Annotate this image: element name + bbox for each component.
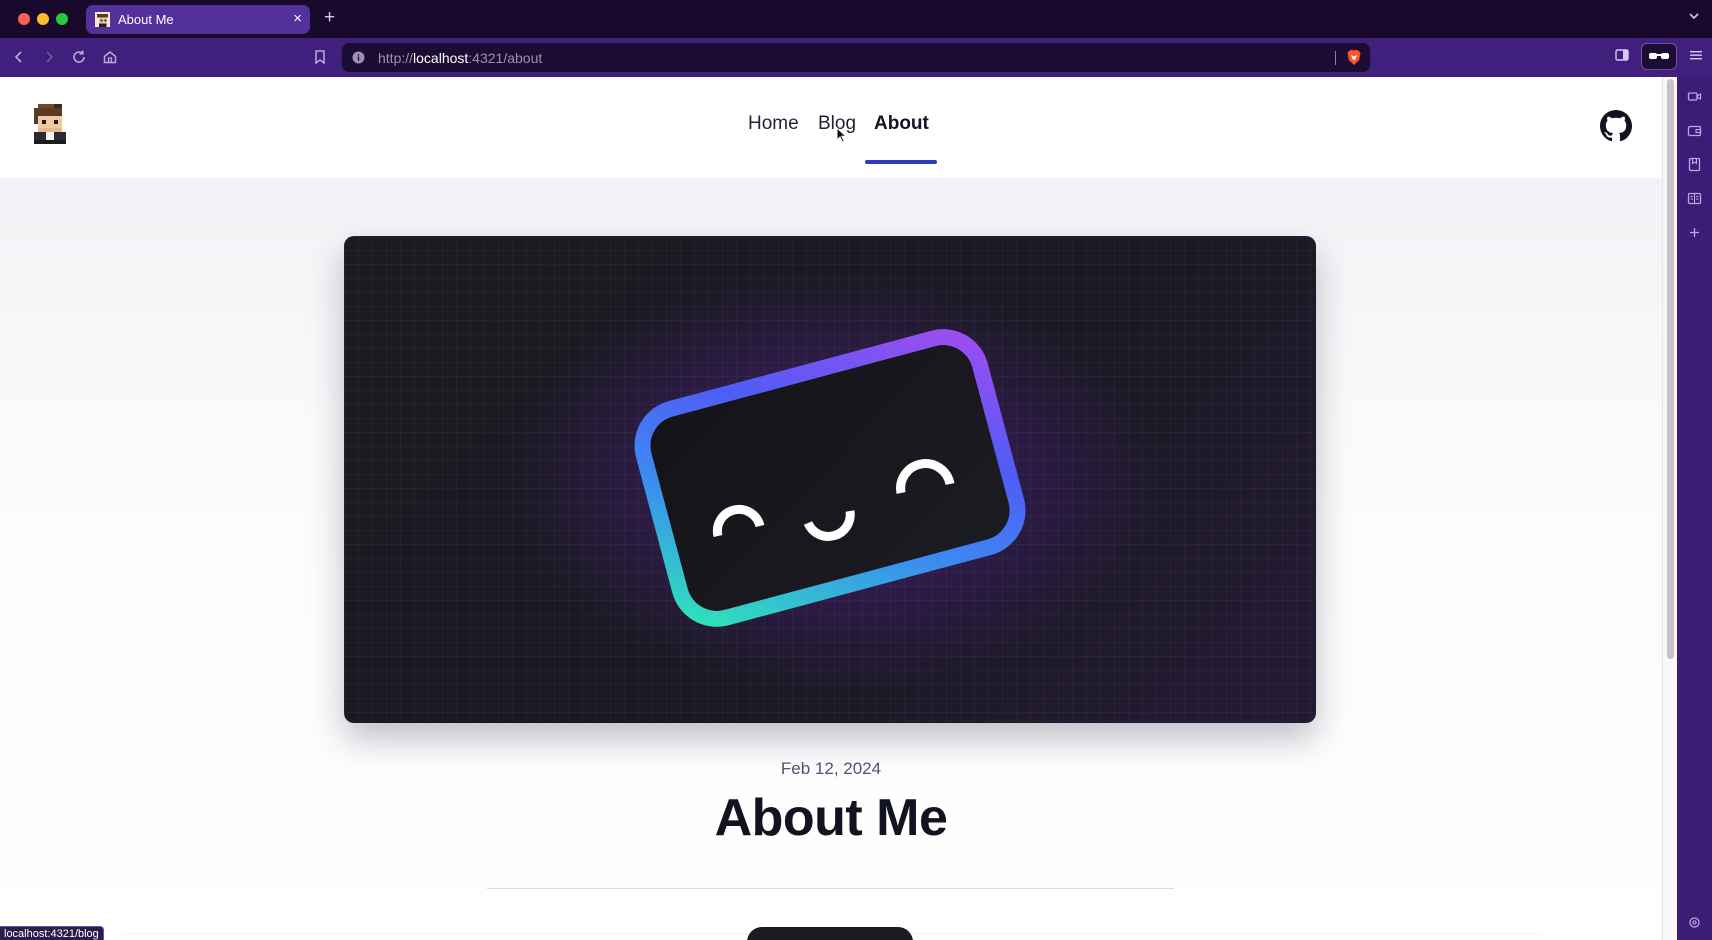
- glasses-icon: [1649, 53, 1669, 59]
- tab-title: About Me: [118, 12, 174, 27]
- reader-mode-button[interactable]: [1641, 43, 1677, 70]
- scrollbar-thumb[interactable]: [1667, 79, 1674, 659]
- settings-gear-icon[interactable]: [1687, 915, 1702, 930]
- reload-icon[interactable]: [70, 48, 88, 66]
- site-info-icon[interactable]: [352, 51, 365, 64]
- video-icon[interactable]: [1687, 89, 1702, 104]
- back-icon[interactable]: [10, 48, 28, 66]
- post-title: About Me: [714, 789, 948, 847]
- github-icon[interactable]: [1600, 110, 1632, 142]
- content-divider: [487, 888, 1174, 889]
- menu-icon[interactable]: [1688, 47, 1704, 63]
- nav-link-home[interactable]: Home: [748, 113, 799, 135]
- wallet-icon[interactable]: [1687, 123, 1702, 138]
- smiling-rounded-card-illustration: [634, 329, 1026, 627]
- url-protocol: http://: [378, 50, 414, 66]
- pixel-avatar-icon[interactable]: [30, 103, 70, 145]
- close-tab-icon[interactable]: ×: [293, 10, 302, 28]
- address-bar[interactable]: http://localhost:4321/about: [342, 43, 1370, 72]
- browser-toolbar: http://localhost:4321/about: [0, 38, 1712, 77]
- mouse-pointer-icon: [836, 127, 847, 143]
- brave-shields-icon[interactable]: [1346, 49, 1362, 66]
- page-scrollbar[interactable]: [1662, 77, 1677, 940]
- minimize-window-button[interactable]: [37, 13, 49, 25]
- url-host: localhost: [413, 50, 469, 66]
- tab-list-chevron-icon[interactable]: [1688, 10, 1700, 22]
- sidebar-toggle-icon[interactable]: [1614, 47, 1630, 63]
- url-path: :4321/about: [468, 50, 543, 66]
- site-header: Home Blog About: [0, 77, 1662, 178]
- page-viewport: Home Blog About Feb 12, 2024 About Me: [0, 77, 1677, 940]
- add-panel-icon[interactable]: [1687, 225, 1702, 240]
- url-text: http://localhost:4321/about: [378, 50, 542, 66]
- floating-toolbar[interactable]: [747, 927, 913, 940]
- maximize-window-button[interactable]: [56, 13, 68, 25]
- pixel-avatar-favicon-icon: [95, 12, 110, 27]
- new-tab-icon[interactable]: +: [324, 8, 335, 28]
- reading-list-icon[interactable]: [1687, 191, 1702, 206]
- browser-tab-active[interactable]: About Me ×: [86, 5, 310, 34]
- nav-link-about[interactable]: About: [874, 113, 929, 135]
- close-window-button[interactable]: [18, 13, 30, 25]
- hero-image: [344, 236, 1316, 723]
- browser-titlebar: About Me × +: [0, 0, 1712, 38]
- forward-icon[interactable]: [40, 48, 58, 66]
- home-icon[interactable]: [101, 48, 119, 66]
- link-status-bar: localhost:4321/blog: [0, 926, 104, 940]
- post-date: Feb 12, 2024: [780, 759, 882, 778]
- url-separator: [1335, 51, 1336, 65]
- bookmark-icon[interactable]: [311, 48, 329, 66]
- browser-sidebar: [1677, 77, 1712, 940]
- bookmarks-icon[interactable]: [1687, 157, 1702, 172]
- active-nav-indicator: [865, 160, 937, 164]
